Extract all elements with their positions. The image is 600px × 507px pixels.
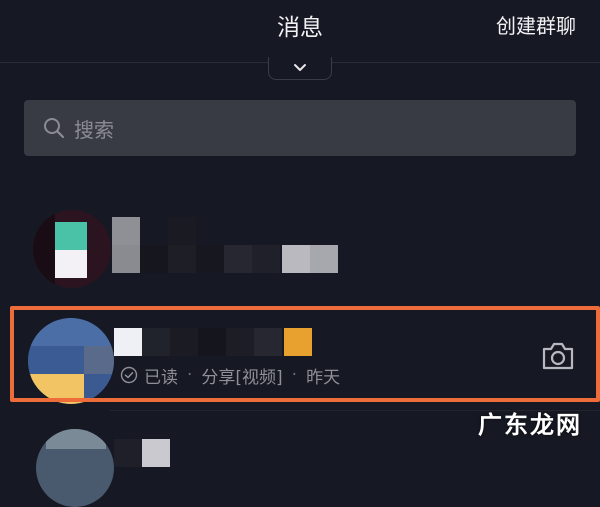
blurred-name <box>112 217 342 277</box>
conversation-item[interactable] <box>0 205 600 290</box>
read-status: 已读 <box>144 367 178 388</box>
top-bar: 消息 创建群聊 <box>0 0 600 62</box>
message-preview: 分享[视频] <box>201 367 283 388</box>
search-bar[interactable]: 搜索 <box>24 100 576 156</box>
conversation-preview: 已读 · 分享[视频] · 昨天 <box>120 362 340 388</box>
avatar <box>33 210 111 288</box>
check-circle-icon <box>120 366 138 384</box>
blurred-name <box>114 439 234 467</box>
camera-icon[interactable] <box>540 340 576 372</box>
avatar <box>36 429 114 507</box>
watermark: 广东龙网 <box>478 411 582 439</box>
chevron-down-icon <box>294 64 306 71</box>
separator-dot: · <box>187 365 193 385</box>
message-time: 昨天 <box>306 367 341 388</box>
separator-dot: · <box>291 365 298 385</box>
search-placeholder: 搜索 <box>74 117 114 142</box>
search-icon <box>44 118 65 139</box>
avatar <box>28 318 114 404</box>
create-group-chat-button[interactable]: 创建群聊 <box>496 10 576 39</box>
blurred-name <box>114 328 314 358</box>
collapse-toggle[interactable] <box>268 57 332 80</box>
